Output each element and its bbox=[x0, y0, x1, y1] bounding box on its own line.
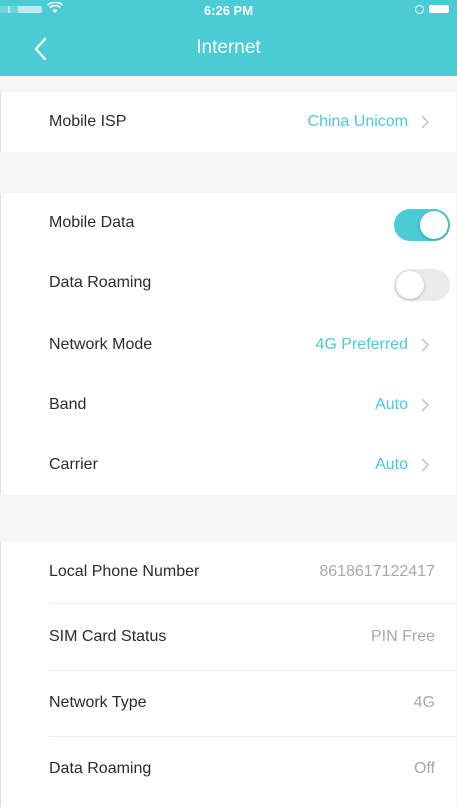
toggle-knob bbox=[396, 271, 424, 299]
network-mode-row[interactable]: Network Mode 4G Preferred bbox=[1, 315, 456, 375]
mobile-isp-value: China Unicom bbox=[307, 113, 408, 130]
sim-card-status-row: SIM Card Status PIN Free bbox=[1, 607, 456, 667]
data-roaming-label: Data Roaming bbox=[49, 274, 152, 291]
mobile-data-toggle[interactable] bbox=[394, 209, 450, 241]
band-value: Auto bbox=[375, 396, 408, 413]
isp-group: Mobile ISP China Unicom bbox=[0, 92, 456, 152]
chevron-right-icon bbox=[421, 458, 430, 472]
row-divider bbox=[49, 736, 456, 737]
info-group: Local Phone Number 8618617122417 SIM Car… bbox=[0, 542, 456, 807]
chevron-right-icon bbox=[421, 338, 430, 352]
network-mode-value: 4G Preferred bbox=[315, 336, 408, 353]
local-phone-number-label: Local Phone Number bbox=[49, 563, 200, 580]
header: 6:26 PM Internet bbox=[0, 0, 457, 76]
status-time: 6:26 PM bbox=[203, 3, 254, 18]
data-roaming-toggle[interactable] bbox=[394, 269, 450, 301]
row-divider bbox=[49, 670, 456, 671]
network-type-label: Network Type bbox=[49, 694, 147, 711]
settings-content: Mobile ISP China Unicom Mobile Data Data… bbox=[0, 76, 457, 807]
band-row[interactable]: Band Auto bbox=[1, 375, 456, 435]
data-roaming-info-value: Off bbox=[413, 760, 435, 777]
status-bar: 6:26 PM bbox=[0, 0, 457, 22]
carrier-row[interactable]: Carrier Auto bbox=[1, 435, 456, 495]
mobile-data-row: Mobile Data bbox=[1, 193, 456, 253]
mobile-data-group: Mobile Data Data Roaming Network Mode 4G… bbox=[0, 193, 456, 495]
data-roaming-toggle-row: Data Roaming bbox=[1, 253, 456, 313]
data-roaming-info-row: Data Roaming Off bbox=[1, 739, 456, 799]
mobile-isp-label: Mobile ISP bbox=[49, 113, 127, 130]
local-phone-number-value: 8618617122417 bbox=[319, 563, 435, 580]
carrier-label: Carrier bbox=[49, 456, 98, 473]
network-type-row: Network Type 4G bbox=[1, 673, 456, 733]
data-roaming-info-label: Data Roaming bbox=[49, 760, 152, 777]
band-label: Band bbox=[49, 396, 87, 413]
network-mode-label: Network Mode bbox=[49, 336, 153, 353]
status-right-icons bbox=[415, 3, 449, 15]
chevron-right-icon bbox=[421, 115, 430, 129]
row-divider bbox=[49, 603, 456, 604]
battery-icon bbox=[429, 5, 449, 13]
toggle-knob bbox=[420, 211, 448, 239]
carrier-value: Auto bbox=[375, 456, 408, 473]
orientation-lock-icon bbox=[415, 5, 424, 14]
mobile-data-label: Mobile Data bbox=[49, 214, 135, 231]
nav-bar: Internet bbox=[0, 26, 457, 72]
sim-card-status-label: SIM Card Status bbox=[49, 628, 167, 645]
page-title: Internet bbox=[196, 37, 261, 58]
sim-card-status-value: PIN Free bbox=[370, 628, 435, 645]
chevron-right-icon bbox=[421, 398, 430, 412]
local-phone-number-row: Local Phone Number 8618617122417 bbox=[1, 542, 456, 602]
mobile-isp-row[interactable]: Mobile ISP China Unicom bbox=[1, 92, 456, 152]
network-type-value: 4G bbox=[413, 694, 435, 711]
internet-settings-screen: 6:26 PM Internet Mobile ISP China Unicom bbox=[0, 0, 457, 807]
